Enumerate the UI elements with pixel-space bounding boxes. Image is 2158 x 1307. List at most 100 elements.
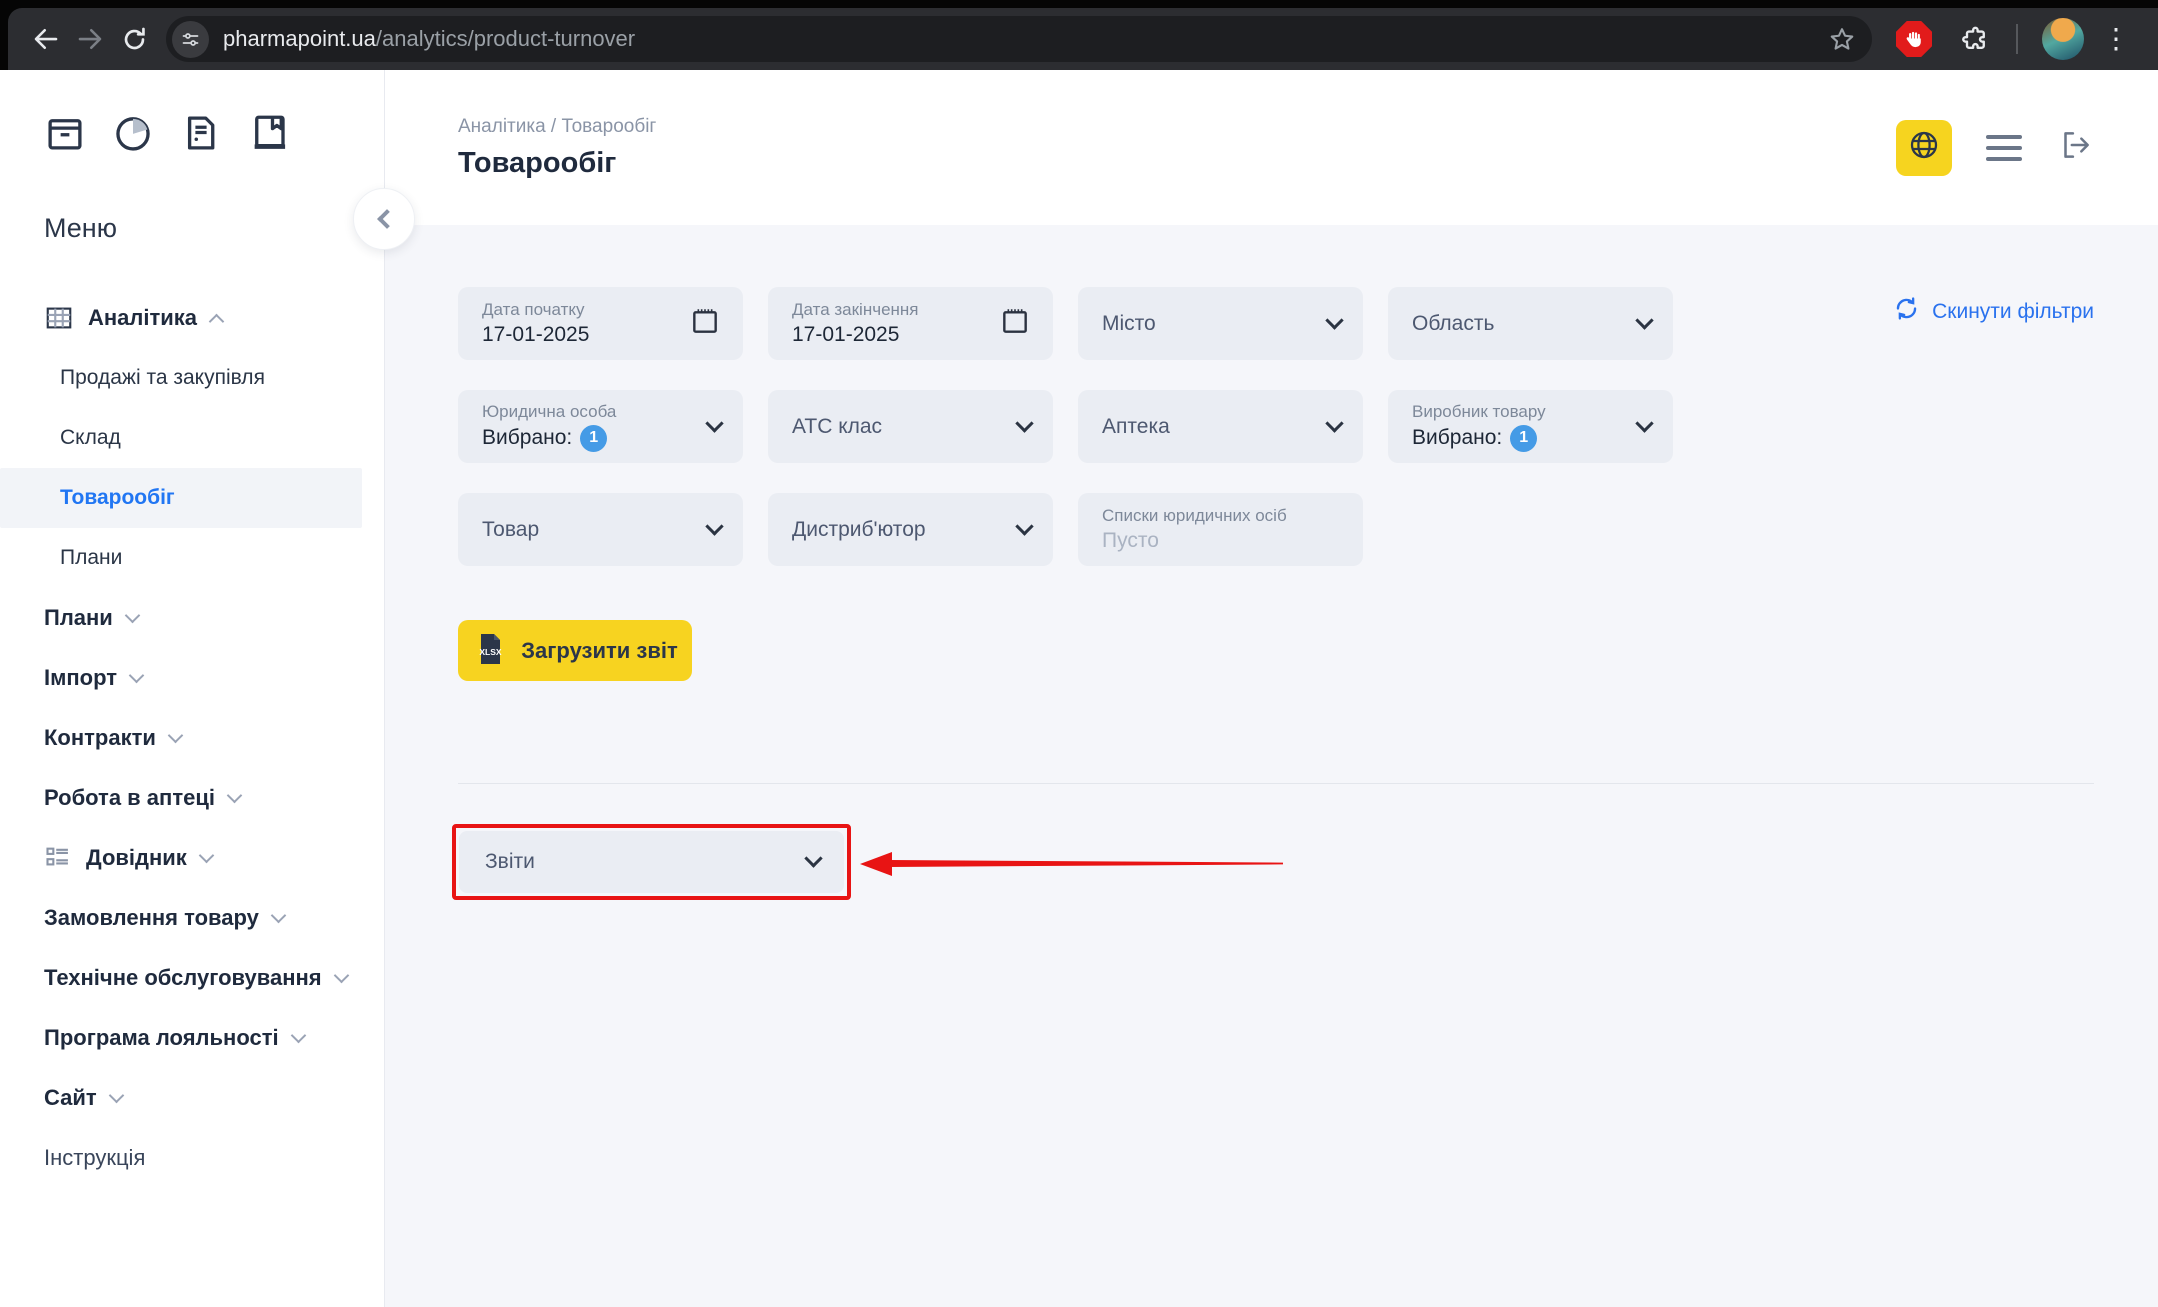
adblock-icon[interactable] xyxy=(1896,21,1932,57)
filter-product[interactable]: Товар xyxy=(458,493,743,566)
filter-row-3: Товар Дистриб'ютор Списки юридичних осіб… xyxy=(458,493,2094,566)
download-report-label: Загрузити звіт xyxy=(521,638,678,664)
browser-toolbar: pharmapoint.ua/analytics/product-turnove… xyxy=(8,8,2158,70)
menu-item-directory[interactable]: Довідник xyxy=(0,828,384,888)
filter-date-start[interactable]: Дата початку 17-01-2025 xyxy=(458,287,743,360)
menu-item-turnover-active[interactable]: Товарообіг xyxy=(0,468,362,528)
menu-item-label: Аналітика xyxy=(88,305,197,331)
sidebar-quick-icons xyxy=(0,70,384,159)
browser-chrome: pharmapoint.ua/analytics/product-turnove… xyxy=(0,0,2158,70)
menu-item-label: Технічне обслуговування xyxy=(44,965,322,991)
book-icon[interactable] xyxy=(248,112,290,159)
chevron-down-icon xyxy=(125,607,141,623)
menu-item-analytics[interactable]: Аналітика xyxy=(0,288,384,348)
menu-item-sales-purchases[interactable]: Продажі та закупівля xyxy=(0,348,384,408)
download-report-button[interactable]: XLSX Загрузити звіт xyxy=(458,620,692,681)
main-area: Аналітика / Товарообіг Товарообіг xyxy=(385,70,2158,1307)
filter-date-end[interactable]: Дата закінчення 17-01-2025 xyxy=(768,287,1053,360)
chevron-down-icon xyxy=(290,1027,306,1043)
menu-item-label: Товарообіг xyxy=(60,486,175,510)
filter-region[interactable]: Область xyxy=(1388,287,1673,360)
list-icon xyxy=(44,844,72,872)
document-icon[interactable] xyxy=(180,112,222,159)
chevron-down-icon xyxy=(804,849,822,867)
profile-avatar[interactable] xyxy=(2042,18,2084,60)
filter-label: Аптека xyxy=(1102,415,1170,439)
address-bar[interactable]: pharmapoint.ua/analytics/product-turnove… xyxy=(166,16,1872,62)
grid-icon xyxy=(44,303,74,333)
menu-item-site[interactable]: Сайт xyxy=(0,1068,384,1128)
menu-dots-icon[interactable]: ⋮ xyxy=(2096,25,2136,53)
header-actions xyxy=(1896,120,2094,176)
reload-icon[interactable] xyxy=(112,17,156,61)
reset-filters-link[interactable]: Скинути фільтри xyxy=(1893,295,2094,328)
site-settings-icon[interactable] xyxy=(172,21,209,58)
page-title: Товарообіг xyxy=(458,147,656,180)
hamburger-icon[interactable] xyxy=(1982,131,2026,165)
menu-item-goods-order[interactable]: Замовлення товару xyxy=(0,888,384,948)
filter-label: Юридична особа xyxy=(482,402,616,422)
menu-item-pharmacy-work[interactable]: Робота в аптеці xyxy=(0,768,384,828)
chevron-down-icon xyxy=(271,907,287,923)
breadcrumb: Аналітика / Товарообіг xyxy=(458,116,656,138)
chevron-up-icon xyxy=(209,313,225,329)
filter-row-2: Юридична особа Вибрано: 1 АТС клас Аптека… xyxy=(458,390,2094,463)
annotation-red-outline: Звіти xyxy=(452,824,851,900)
xlsx-icon: XLSX xyxy=(472,631,508,670)
bookmark-star-icon[interactable] xyxy=(1828,25,1862,53)
menu-item-label: Продажі та закупівля xyxy=(60,366,265,390)
filter-manufacturer[interactable]: Виробник товару Вибрано:1 xyxy=(1388,390,1673,463)
chevron-down-icon xyxy=(227,787,243,803)
chevron-down-icon xyxy=(199,847,215,863)
logout-icon[interactable] xyxy=(2056,126,2094,169)
menu-item-label: Склад xyxy=(60,426,121,450)
filter-legal-entity-lists[interactable]: Списки юридичних осіб Пусто xyxy=(1078,493,1363,566)
archive-icon[interactable] xyxy=(44,112,86,159)
filter-legal-entity[interactable]: Юридична особа Вибрано: 1 xyxy=(458,390,743,463)
menu-item-warehouse[interactable]: Склад xyxy=(0,408,384,468)
pie-chart-icon[interactable] xyxy=(112,112,154,159)
screen: pharmapoint.ua/analytics/product-turnove… xyxy=(0,0,2158,1307)
filter-pharmacy[interactable]: Аптека xyxy=(1078,390,1363,463)
menu-item-label: Плани xyxy=(60,546,122,570)
menu-item-plans-sub[interactable]: Плани xyxy=(0,528,384,588)
selected-count-badge: 1 xyxy=(580,425,607,452)
sidebar-menu: Аналітика Продажі та закупівля Склад Тов… xyxy=(0,288,384,1188)
language-globe-button[interactable] xyxy=(1896,120,1952,176)
menu-item-label: Плани xyxy=(44,605,113,631)
extensions-icon[interactable] xyxy=(1960,24,1990,54)
page-header: Аналітика / Товарообіг Товарообіг xyxy=(385,70,2158,225)
menu-item-label: Довідник xyxy=(86,845,187,871)
filter-value: 17-01-2025 xyxy=(482,323,589,347)
reports-row: Звіти xyxy=(458,824,2094,900)
filter-city[interactable]: Місто xyxy=(1078,287,1363,360)
sidebar-collapse-button[interactable] xyxy=(353,188,415,250)
chevron-down-icon xyxy=(705,414,723,432)
menu-item-label: Програма лояльності xyxy=(44,1025,279,1051)
reports-dropdown[interactable]: Звіти xyxy=(459,831,844,893)
globe-icon xyxy=(1908,129,1940,166)
menu-item-contracts[interactable]: Контракти xyxy=(0,708,384,768)
menu-item-maintenance[interactable]: Технічне обслуговування xyxy=(0,948,384,1008)
filter-label: Списки юридичних осіб xyxy=(1102,506,1287,526)
chevron-down-icon xyxy=(1635,311,1653,329)
menu-item-label: Сайт xyxy=(44,1085,97,1111)
url-text: pharmapoint.ua/analytics/product-turnove… xyxy=(223,26,1828,52)
filter-atc-class[interactable]: АТС клас xyxy=(768,390,1053,463)
filter-label: Область xyxy=(1412,312,1494,336)
selected-count-badge: 1 xyxy=(1510,425,1537,452)
menu-item-import[interactable]: Імпорт xyxy=(0,648,384,708)
chevron-down-icon xyxy=(1325,414,1343,432)
filter-value: Вибрано: xyxy=(482,426,572,450)
filter-label: АТС клас xyxy=(792,415,882,439)
filter-distributor[interactable]: Дистриб'ютор xyxy=(768,493,1053,566)
menu-item-loyalty[interactable]: Програма лояльності xyxy=(0,1008,384,1068)
filter-label: Дата закінчення xyxy=(792,300,919,320)
menu-item-plans[interactable]: Плани xyxy=(0,588,384,648)
chevron-down-icon xyxy=(705,517,723,535)
forward-icon[interactable] xyxy=(68,17,112,61)
chevron-down-icon xyxy=(108,1087,124,1103)
menu-item-instruction[interactable]: Інструкція xyxy=(0,1128,384,1188)
back-icon[interactable] xyxy=(24,17,68,61)
filter-label: Місто xyxy=(1102,312,1156,336)
